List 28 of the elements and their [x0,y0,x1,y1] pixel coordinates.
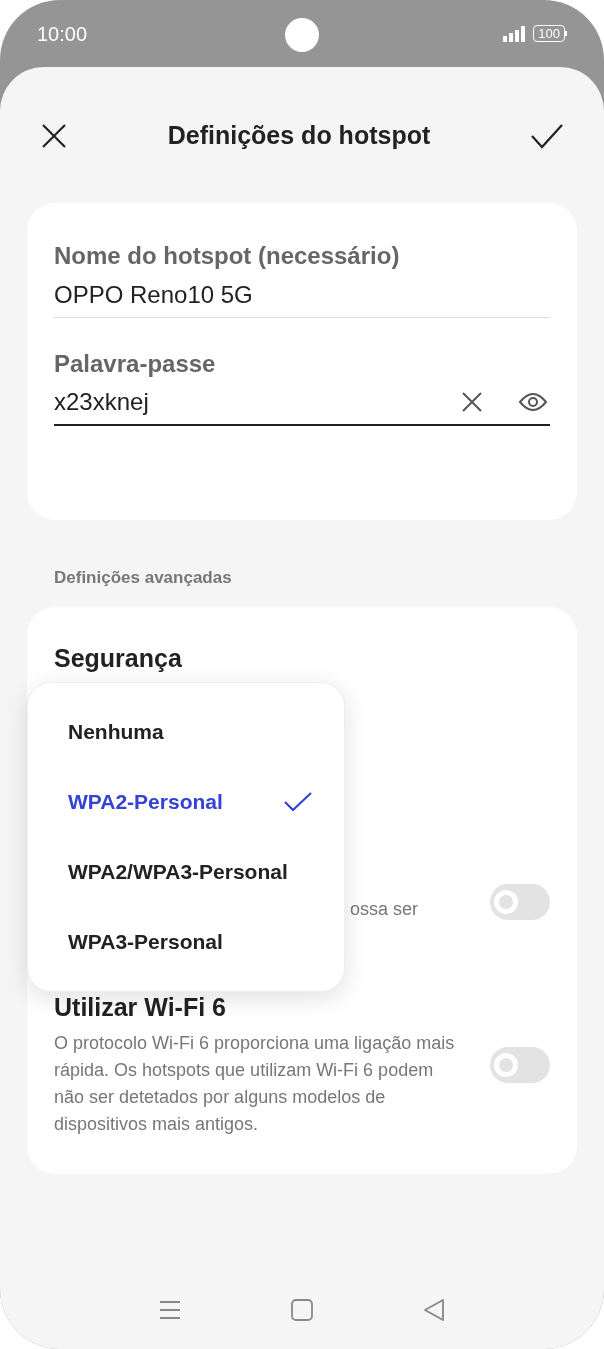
setting-title: Segurança [54,642,183,673]
setting-description: O protocolo Wi-Fi 6 proporciona uma ligação mais rápida. Os hotspots que utilizam Wi-Fi 6 podem não ser detetados por alguns modelos de dispositivos mais antigos. [54,1031,456,1136]
menu-option[interactable]: WPA2-Personal [28,766,344,837]
check-icon [284,791,312,812]
back-icon[interactable] [423,1299,445,1321]
toggle-switch[interactable] [490,883,550,920]
page-title: Definições do hotspot [167,120,431,152]
status-time: 10:00 [37,21,88,47]
close-button[interactable] [40,122,68,150]
field-label: Nome do hotspot (necessário) [54,241,401,271]
clear-icon[interactable] [461,391,483,413]
menu-icon[interactable] [159,1300,181,1320]
home-icon[interactable] [291,1299,313,1321]
input-field[interactable]: OPPO Reno10 5G [54,272,550,318]
signal-icon [503,25,528,42]
input-field[interactable]: x23xknej [54,380,550,426]
setting-title: Utilizar Wi-Fi 6 [54,991,227,1022]
field-label: Palavra-passe [54,349,217,379]
section-title: Definições avançadas [53,567,233,589]
battery-indicator: 100 [533,25,567,42]
menu-option[interactable]: WPA3-Personal [28,906,344,977]
menu-option[interactable]: WPA2/WPA3-Personal [28,836,344,907]
camera-cutout [285,18,319,52]
confirm-button[interactable] [530,122,564,150]
setting-description: ossa ser [349,898,419,921]
toggle-switch[interactable] [490,1046,550,1083]
menu-option[interactable]: Nenhuma [28,696,344,767]
eye-icon[interactable] [518,392,548,412]
